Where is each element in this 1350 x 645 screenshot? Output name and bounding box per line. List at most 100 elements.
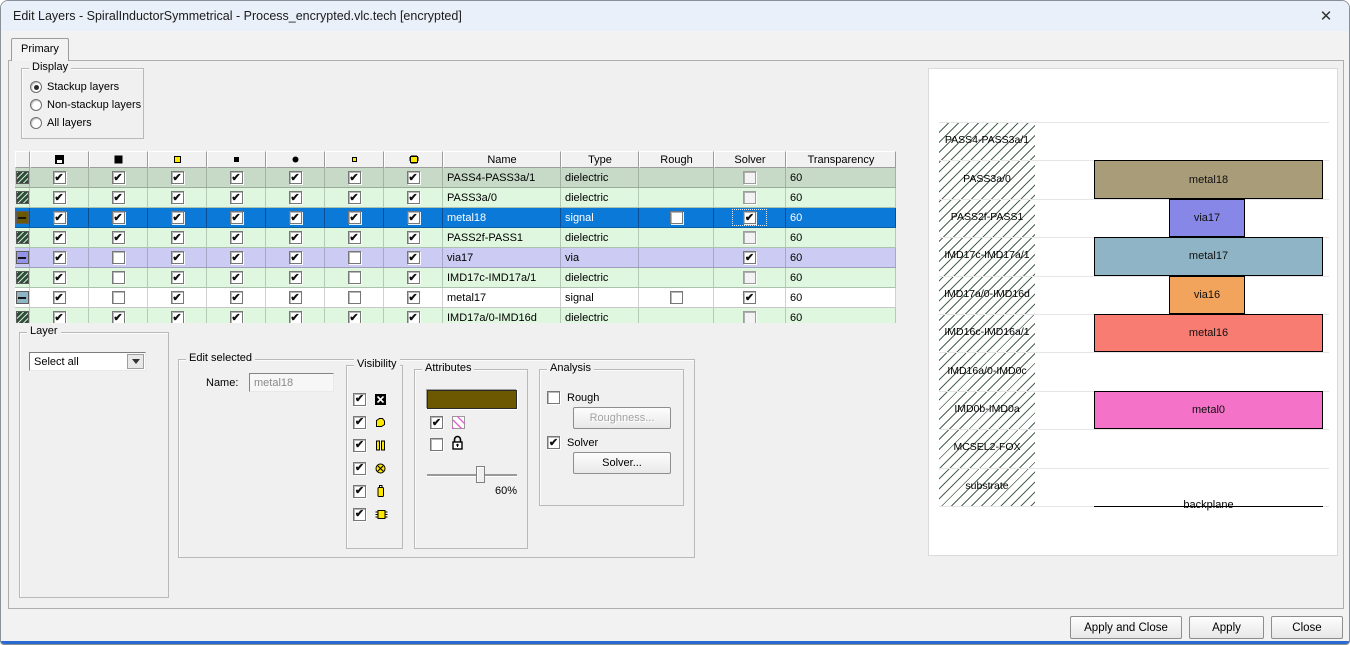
- visibility-checkbox[interactable]: [348, 271, 361, 284]
- visibility-checkbox[interactable]: [171, 191, 184, 204]
- visibility-checkbox[interactable]: [171, 231, 184, 244]
- visibility-checkbox[interactable]: [353, 508, 366, 521]
- solver-checkbox[interactable]: [743, 311, 756, 323]
- layer-row-metal17[interactable]: metal17signal60: [15, 288, 896, 308]
- column-header-name[interactable]: Name: [443, 151, 561, 168]
- visibility-checkbox[interactable]: [230, 271, 243, 284]
- visibility-checkbox[interactable]: [53, 231, 66, 244]
- visibility-checkbox[interactable]: [289, 211, 302, 224]
- column-header-transparency[interactable]: Transparency: [786, 151, 896, 168]
- visibility-checkbox[interactable]: [112, 311, 125, 323]
- visibility-checkbox[interactable]: [289, 311, 302, 323]
- visibility-checkbox[interactable]: [289, 251, 302, 264]
- close-button[interactable]: Close: [1271, 616, 1343, 639]
- pattern-checkbox[interactable]: [430, 416, 443, 429]
- visibility-checkbox[interactable]: [407, 291, 420, 304]
- solver-checkbox[interactable]: [743, 271, 756, 284]
- layer-select-dropdown[interactable]: Select all: [29, 352, 146, 371]
- visibility-checkbox[interactable]: [112, 231, 125, 244]
- solver-checkbox[interactable]: [743, 191, 756, 204]
- visibility-checkbox[interactable]: [230, 231, 243, 244]
- visibility-checkbox[interactable]: [171, 251, 184, 264]
- solver-checkbox[interactable]: [743, 171, 756, 184]
- visibility-checkbox[interactable]: [230, 311, 243, 323]
- visibility-checkbox[interactable]: [53, 271, 66, 284]
- layer-color-swatch-button[interactable]: [427, 390, 517, 409]
- solver-checkbox[interactable]: [547, 436, 560, 449]
- visibility-checkbox[interactable]: [171, 271, 184, 284]
- visibility-checkbox[interactable]: [348, 311, 361, 323]
- visibility-checkbox[interactable]: [407, 271, 420, 284]
- visibility-checkbox[interactable]: [407, 191, 420, 204]
- visibility-checkbox[interactable]: [353, 416, 366, 429]
- visibility-checkbox[interactable]: [289, 291, 302, 304]
- solver-checkbox[interactable]: [743, 211, 756, 224]
- solver-button[interactable]: Solver...: [573, 452, 671, 474]
- visibility-checkbox[interactable]: [53, 191, 66, 204]
- visibility-checkbox[interactable]: [353, 439, 366, 452]
- visibility-checkbox[interactable]: [289, 271, 302, 284]
- visibility-checkbox[interactable]: [348, 231, 361, 244]
- visibility-column-header[interactable]: [325, 151, 384, 168]
- visibility-checkbox[interactable]: [348, 191, 361, 204]
- visibility-checkbox[interactable]: [171, 311, 184, 323]
- visibility-checkbox[interactable]: [230, 251, 243, 264]
- visibility-column-header[interactable]: [148, 151, 207, 168]
- visibility-checkbox[interactable]: [171, 171, 184, 184]
- visibility-column-header[interactable]: [384, 151, 443, 168]
- visibility-checkbox[interactable]: [53, 171, 66, 184]
- visibility-checkbox[interactable]: [407, 311, 420, 323]
- close-icon[interactable]: ✕: [1313, 5, 1339, 27]
- visibility-checkbox[interactable]: [289, 171, 302, 184]
- layer-row-pass3a-0[interactable]: PASS3a/0dielectric60: [15, 188, 896, 208]
- solver-checkbox[interactable]: [743, 291, 756, 304]
- visibility-checkbox[interactable]: [53, 311, 66, 323]
- visibility-checkbox[interactable]: [353, 462, 366, 475]
- solver-checkbox[interactable]: [743, 231, 756, 244]
- visibility-checkbox[interactable]: [353, 485, 366, 498]
- apply-and-close-button[interactable]: Apply and Close: [1070, 616, 1182, 639]
- visibility-column-header[interactable]: [89, 151, 148, 168]
- visibility-checkbox[interactable]: [112, 271, 125, 284]
- visibility-checkbox[interactable]: [289, 191, 302, 204]
- visibility-checkbox[interactable]: [171, 291, 184, 304]
- radio-icon[interactable]: [30, 81, 42, 93]
- visibility-checkbox[interactable]: [348, 171, 361, 184]
- visibility-column-header[interactable]: [266, 151, 325, 168]
- visibility-checkbox[interactable]: [171, 211, 184, 224]
- layer-row-via17[interactable]: via17via60: [15, 248, 896, 268]
- visibility-checkbox[interactable]: [407, 231, 420, 244]
- column-header-rough[interactable]: Rough: [639, 151, 714, 168]
- visibility-checkbox[interactable]: [112, 291, 125, 304]
- visibility-checkbox[interactable]: [112, 251, 125, 264]
- visibility-checkbox[interactable]: [348, 291, 361, 304]
- visibility-column-header[interactable]: [207, 151, 266, 168]
- layer-row-metal18[interactable]: metal18signal60: [15, 208, 896, 228]
- visibility-checkbox[interactable]: [230, 291, 243, 304]
- visibility-checkbox[interactable]: [53, 291, 66, 304]
- lock-checkbox[interactable]: [430, 438, 443, 451]
- tab-primary[interactable]: Primary: [11, 38, 69, 61]
- transparency-slider-thumb[interactable]: [476, 466, 485, 483]
- radio-option-stackup-layers[interactable]: Stackup layers: [30, 78, 141, 96]
- visibility-checkbox[interactable]: [230, 191, 243, 204]
- radio-icon[interactable]: [30, 117, 42, 129]
- visibility-column-header[interactable]: [30, 151, 89, 168]
- radio-icon[interactable]: [30, 99, 42, 111]
- column-header-solver[interactable]: Solver: [714, 151, 786, 168]
- visibility-checkbox[interactable]: [53, 251, 66, 264]
- solver-checkbox[interactable]: [743, 251, 756, 264]
- apply-button[interactable]: Apply: [1189, 616, 1264, 639]
- rough-checkbox[interactable]: [547, 391, 560, 404]
- visibility-checkbox[interactable]: [407, 251, 420, 264]
- visibility-checkbox[interactable]: [53, 211, 66, 224]
- visibility-checkbox[interactable]: [407, 171, 420, 184]
- transparency-slider-track[interactable]: [427, 474, 517, 476]
- visibility-checkbox[interactable]: [348, 211, 361, 224]
- visibility-checkbox[interactable]: [230, 171, 243, 184]
- visibility-checkbox[interactable]: [407, 211, 420, 224]
- visibility-checkbox[interactable]: [230, 211, 243, 224]
- layer-row-imd17a-0-imd16d[interactable]: IMD17a/0-IMD16ddielectric60: [15, 308, 896, 323]
- visibility-checkbox[interactable]: [112, 191, 125, 204]
- dropdown-button[interactable]: [127, 354, 144, 369]
